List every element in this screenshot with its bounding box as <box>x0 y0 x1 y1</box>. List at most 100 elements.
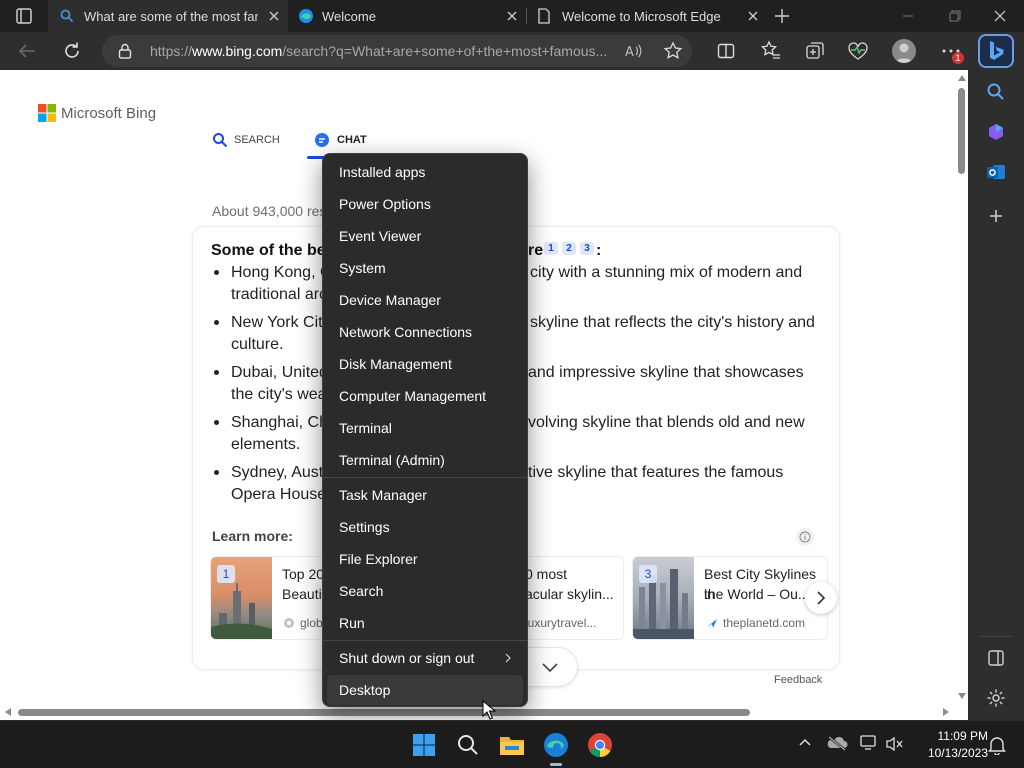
hide-sidebar-icon[interactable] <box>986 648 1006 668</box>
new-tab-icon[interactable] <box>772 6 792 26</box>
menu-item-label: Installed apps <box>339 164 426 180</box>
show-hidden-icons-chevron-icon[interactable] <box>798 737 812 747</box>
clock[interactable]: 11:09 PM 10/13/2023 <box>914 729 988 760</box>
menu-item-file-explorer[interactable]: File Explorer <box>327 544 523 574</box>
notification-badge: 1 <box>952 52 964 64</box>
menu-item-label: Search <box>339 583 384 599</box>
menu-item-terminal-admin[interactable]: Terminal (Admin) <box>327 445 523 475</box>
tab-actions-icon[interactable] <box>12 6 36 26</box>
sidebar-settings-icon[interactable] <box>986 688 1006 708</box>
chevron-right-icon <box>505 653 511 663</box>
sidebar-divider <box>980 636 1012 637</box>
menu-item-network-connections[interactable]: Network Connections <box>327 317 523 347</box>
menu-item-computer-management[interactable]: Computer Management <box>327 381 523 411</box>
menu-item-shut-down[interactable]: Shut down or sign out <box>327 643 523 673</box>
menu-item-settings[interactable]: Settings <box>327 512 523 542</box>
close-tab-icon[interactable] <box>743 6 763 26</box>
close-tab-icon[interactable] <box>264 6 284 26</box>
favorite-star-icon[interactable] <box>663 41 683 61</box>
sidebar-copilot-icon[interactable] <box>986 122 1006 142</box>
scroll-left-arrow-icon[interactable] <box>4 708 12 716</box>
scroll-down-arrow-icon[interactable] <box>958 692 966 700</box>
notifications-bell-icon[interactable] <box>988 735 1006 755</box>
tab-welcome-edge[interactable]: Welcome to Microsoft Edge <box>527 0 767 32</box>
maximize-icon[interactable] <box>944 6 964 26</box>
menu-item-label: Terminal <box>339 420 392 436</box>
split-screen-icon[interactable] <box>716 41 736 61</box>
tab-welcome[interactable]: Welcome <box>288 0 526 32</box>
close-tab-icon[interactable] <box>502 6 522 26</box>
card-source: glob <box>300 616 323 630</box>
scroll-right-arrow-icon[interactable] <box>942 708 950 716</box>
menu-item-search[interactable]: Search <box>327 576 523 606</box>
browser-essentials-icon[interactable] <box>846 40 870 62</box>
card-number: 1 <box>217 565 235 583</box>
learn-more-label: Learn more: <box>212 528 293 544</box>
bing-copilot-button[interactable] <box>978 34 1014 68</box>
close-window-icon[interactable] <box>990 6 1010 26</box>
card-source: theplanetd.com <box>723 616 806 630</box>
taskbar-chrome[interactable] <box>584 729 616 761</box>
card-title: Beautif <box>282 586 326 602</box>
list-item: Sydney, Austr <box>231 464 329 481</box>
menu-item-run[interactable]: Run <box>327 608 523 638</box>
url-text[interactable]: https://www.bing.com/search?q=What+are+s… <box>150 43 607 59</box>
citation-2[interactable]: 2 <box>562 242 576 255</box>
learn-more-card[interactable]: 1 Top 20 Beautif glob <box>210 556 330 640</box>
search-tab[interactable]: SEARCH <box>212 132 280 148</box>
menu-item-system[interactable]: System <box>327 253 523 283</box>
sidebar-search-icon[interactable] <box>986 82 1006 102</box>
network-icon[interactable] <box>860 735 878 751</box>
onedrive-offline-icon[interactable] <box>826 735 848 751</box>
sidebar-add-icon[interactable] <box>986 206 1006 226</box>
start-button[interactable] <box>408 729 440 761</box>
citation-3[interactable]: 3 <box>580 242 594 255</box>
minimize-icon[interactable] <box>898 8 918 24</box>
quick-link-menu: Installed apps Power Options Event Viewe… <box>322 153 528 707</box>
menu-item-device-manager[interactable]: Device Manager <box>327 285 523 315</box>
vertical-scroll-thumb[interactable] <box>958 88 965 174</box>
bing-logo[interactable]: Microsoft Bing <box>38 104 156 122</box>
heading-start: Some of the bes <box>211 242 335 259</box>
menu-item-disk-management[interactable]: Disk Management <box>327 349 523 379</box>
citation-1[interactable]: 1 <box>544 242 558 255</box>
taskbar-file-explorer[interactable] <box>496 729 528 761</box>
sidebar-outlook-icon[interactable] <box>986 162 1006 182</box>
read-aloud-icon[interactable]: A <box>624 42 642 60</box>
taskbar-search-button[interactable] <box>452 729 484 761</box>
collections-icon[interactable] <box>804 40 826 62</box>
list-item: tive skyline that features the famous <box>528 464 784 481</box>
refresh-icon[interactable] <box>61 40 83 62</box>
learn-more-card[interactable]: 3 Best City Skylines in the World – Ou..… <box>632 556 828 640</box>
info-icon[interactable] <box>796 528 814 546</box>
horizontal-scroll-thumb[interactable] <box>18 709 750 716</box>
chat-tab[interactable]: CHAT <box>314 132 367 148</box>
menu-item-installed-apps[interactable]: Installed apps <box>327 157 523 187</box>
scroll-up-arrow-icon[interactable] <box>958 74 966 82</box>
lock-icon[interactable] <box>118 43 132 59</box>
menu-item-terminal[interactable]: Terminal <box>327 413 523 443</box>
taskbar-edge[interactable] <box>540 729 572 761</box>
menu-item-power-options[interactable]: Power Options <box>327 189 523 219</box>
volume-muted-icon[interactable] <box>886 736 904 752</box>
back-icon[interactable] <box>16 41 38 61</box>
feedback-link[interactable]: Feedback <box>774 674 822 686</box>
mouse-cursor-icon <box>482 700 496 720</box>
tab-bing-search[interactable]: What are some of the most famo <box>48 0 288 32</box>
url-host: www.bing.com <box>192 43 283 59</box>
chrome-icon <box>588 733 612 757</box>
favorites-icon[interactable] <box>760 40 782 62</box>
source-favicon-icon <box>705 616 719 630</box>
microsoft-logo-icon <box>38 104 56 122</box>
menu-item-task-manager[interactable]: Task Manager <box>327 480 523 510</box>
menu-item-label: File Explorer <box>339 551 418 567</box>
tab-title: Welcome <box>322 9 376 24</box>
list-item: city with a stunning mix of modern and <box>530 264 803 281</box>
vertical-scrollbar[interactable] <box>956 70 968 720</box>
menu-item-event-viewer[interactable]: Event Viewer <box>327 221 523 251</box>
profile-avatar[interactable] <box>892 39 916 63</box>
windows-logo-icon <box>413 734 435 756</box>
carousel-next-button[interactable] <box>805 582 837 614</box>
address-bar[interactable]: https://www.bing.com/search?q=What+are+s… <box>102 35 692 67</box>
menu-item-label: Event Viewer <box>339 228 422 244</box>
